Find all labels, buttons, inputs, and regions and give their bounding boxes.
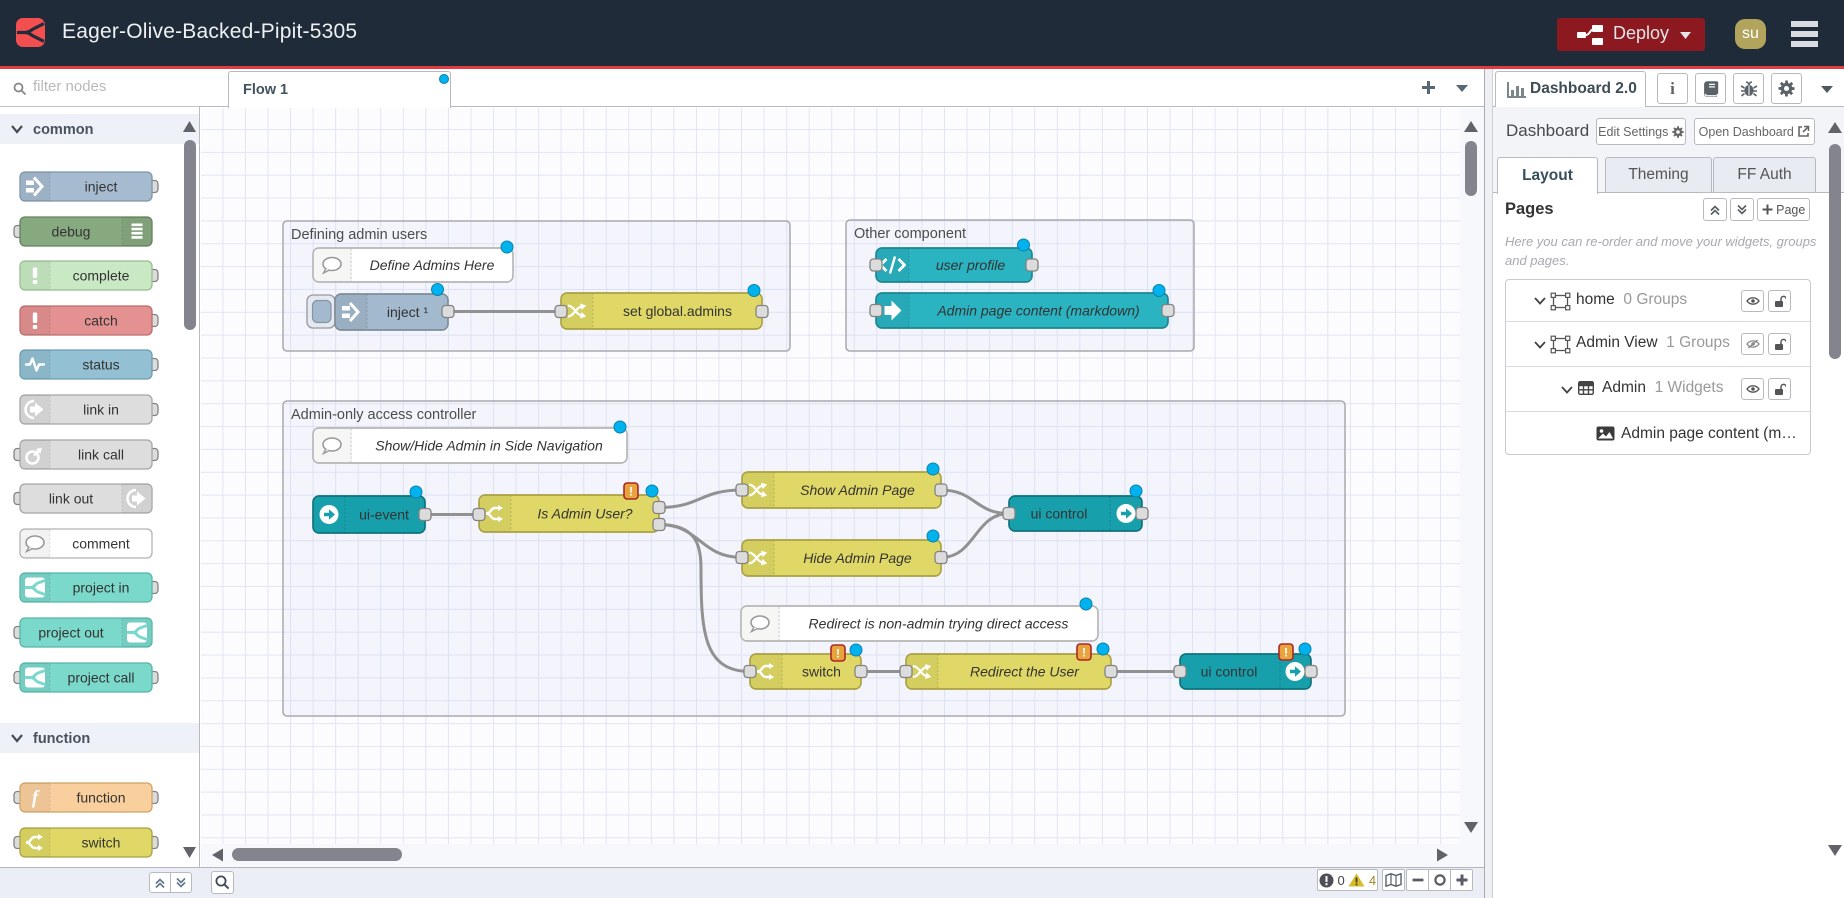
svg-text:!: ! xyxy=(1284,646,1288,660)
svg-text:Admin-only access controller: Admin-only access controller xyxy=(291,407,477,423)
svg-text:switch: switch xyxy=(82,835,121,851)
svg-text:Show/Hide Admin in Side Naviga: Show/Hide Admin in Side Navigation xyxy=(375,438,603,454)
svg-text:Redirect is non-admin trying d: Redirect is non-admin trying direct acce… xyxy=(809,616,1069,632)
svg-text:ui-event: ui-event xyxy=(359,507,409,523)
svg-text:Define Admins Here: Define Admins Here xyxy=(370,257,495,273)
svg-text:!: ! xyxy=(836,647,840,661)
svg-text:project in: project in xyxy=(73,580,130,596)
svg-text:inject ¹: inject ¹ xyxy=(387,304,429,320)
svg-text:user profile: user profile xyxy=(936,257,1005,273)
svg-text:function: function xyxy=(76,790,125,806)
svg-text:!: ! xyxy=(629,485,633,499)
svg-text:Hide Admin Page: Hide Admin Page xyxy=(803,550,912,566)
svg-text:switch: switch xyxy=(802,664,841,680)
svg-text:project out: project out xyxy=(38,625,103,641)
svg-text:Is Admin User?: Is Admin User? xyxy=(537,506,632,522)
svg-text:ui control: ui control xyxy=(1201,664,1258,680)
svg-text:complete: complete xyxy=(73,268,130,284)
svg-text:Show Admin Page: Show Admin Page xyxy=(800,482,915,498)
svg-text:link call: link call xyxy=(78,447,124,463)
svg-text:Other component: Other component xyxy=(854,226,966,242)
svg-text:!: ! xyxy=(1082,646,1086,660)
svg-text:comment: comment xyxy=(72,536,130,552)
svg-text:Defining admin users: Defining admin users xyxy=(291,227,427,243)
svg-text:inject: inject xyxy=(85,179,118,195)
svg-text:Redirect the User: Redirect the User xyxy=(970,664,1080,680)
svg-text:debug: debug xyxy=(52,224,91,240)
svg-text:ui control: ui control xyxy=(1031,506,1088,522)
svg-text:status: status xyxy=(82,357,119,373)
svg-text:link out: link out xyxy=(49,491,93,507)
svg-text:project call: project call xyxy=(68,670,135,686)
svg-text:catch: catch xyxy=(84,313,117,329)
svg-text:link in: link in xyxy=(83,402,119,418)
svg-text:Admin page content (markdown): Admin page content (markdown) xyxy=(936,303,1139,319)
svg-text:common: common xyxy=(33,122,93,138)
svg-text:function: function xyxy=(33,731,90,747)
svg-text:set global.admins: set global.admins xyxy=(623,303,732,319)
